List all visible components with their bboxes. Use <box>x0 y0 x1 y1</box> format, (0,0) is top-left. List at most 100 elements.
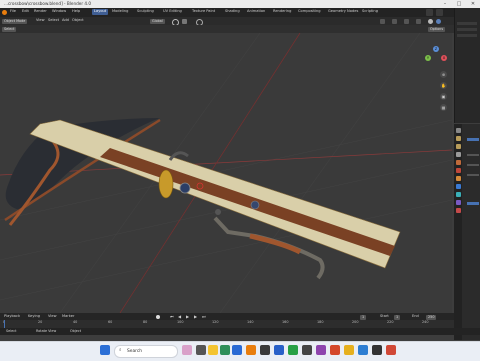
app-icon[interactable] <box>386 345 396 355</box>
start-frame-field[interactable]: 1 <box>394 314 401 320</box>
taskbar-search-box[interactable]: ⌕ Search <box>114 345 178 358</box>
tab-geometry-nodes[interactable]: Geometry Nodes <box>328 9 358 14</box>
tab-layout[interactable]: Layout <box>92 9 109 15</box>
app-icon[interactable] <box>288 345 298 355</box>
particles-tab-icon[interactable] <box>455 192 461 197</box>
start-icon[interactable] <box>100 345 110 355</box>
3d-viewport[interactable]: Z X Y ⊕ ✋ ▣ ▦ <box>0 33 452 313</box>
render-tab-icon[interactable] <box>455 136 461 141</box>
outliner-row[interactable] <box>457 28 477 31</box>
timeline-keying[interactable]: Keying <box>28 314 40 319</box>
menu-edit[interactable]: Edit <box>22 9 29 14</box>
frame-tick: 160 <box>282 320 289 324</box>
tab-modeling[interactable]: Modeling <box>112 9 128 14</box>
xray-icon[interactable] <box>416 19 421 24</box>
mode-dropdown[interactable]: Object Mode <box>2 18 28 24</box>
tab-compositing[interactable]: Compositing <box>298 9 321 14</box>
next-key-icon[interactable]: ▶ <box>194 315 197 319</box>
minimize-button[interactable]: – <box>438 0 452 8</box>
gizmo-x[interactable]: X <box>441 55 447 61</box>
app-icon[interactable] <box>316 345 326 355</box>
shading-material-icon[interactable] <box>436 19 441 24</box>
physics-tab-icon[interactable] <box>455 200 461 205</box>
scene-tab-icon[interactable] <box>455 160 461 165</box>
tab-rendering[interactable]: Rendering <box>273 9 291 14</box>
tab-shading[interactable]: Shading <box>225 9 240 14</box>
view-layer-tab-icon[interactable] <box>455 152 461 157</box>
properties-selected-row[interactable] <box>467 138 479 141</box>
app-icon[interactable] <box>358 345 368 355</box>
tool-tab-icon[interactable] <box>455 128 461 133</box>
jump-end-icon[interactable]: ⏭ <box>202 315 206 319</box>
menu-help[interactable]: Help <box>72 9 80 14</box>
prev-key-icon[interactable]: ◀ <box>178 315 181 319</box>
gizmo-toggle-icon[interactable] <box>392 19 397 24</box>
property-field[interactable] <box>467 164 479 166</box>
shading-solid-icon[interactable] <box>428 19 433 24</box>
tab-sculpting[interactable]: Sculpting <box>137 9 154 14</box>
tab-uv-editing[interactable]: UV Editing <box>163 9 182 14</box>
outliner-panel[interactable] <box>454 8 480 123</box>
world-tab-icon[interactable] <box>455 168 461 173</box>
menu-window[interactable]: Window <box>52 9 66 14</box>
edge-icon[interactable] <box>220 345 230 355</box>
view-layer-icon[interactable] <box>436 9 443 16</box>
blender-taskbar-icon[interactable] <box>246 345 256 355</box>
widgets-icon[interactable] <box>182 345 192 355</box>
options-dropdown[interactable]: Options <box>428 26 446 32</box>
timeline-ruler[interactable] <box>0 320 454 328</box>
file-explorer-icon[interactable] <box>208 345 218 355</box>
play-icon[interactable]: ▶ <box>186 315 189 319</box>
playhead[interactable] <box>4 320 5 328</box>
app-icon[interactable] <box>302 345 312 355</box>
menu-file[interactable]: File <box>10 9 16 14</box>
pan-hand-icon[interactable]: ✋ <box>440 82 447 89</box>
modifier-tab-icon[interactable] <box>455 184 461 189</box>
store-icon[interactable] <box>232 345 242 355</box>
visibility-icon[interactable] <box>380 19 385 24</box>
menu-view[interactable]: View <box>36 18 45 23</box>
outliner-row[interactable] <box>457 22 477 25</box>
ortho-grid-icon[interactable]: ▦ <box>440 104 447 111</box>
gizmo-y[interactable]: Y <box>425 55 431 61</box>
camera-icon[interactable]: ▣ <box>440 93 447 100</box>
timeline-playback[interactable]: Playback <box>4 314 20 319</box>
tab-texture-paint[interactable]: Texture Paint <box>192 9 215 14</box>
app-icon[interactable] <box>344 345 354 355</box>
app-icon[interactable] <box>274 345 284 355</box>
zoom-icon[interactable]: ⊕ <box>440 71 447 78</box>
tab-animation[interactable]: Animation <box>247 9 265 14</box>
object-tab-icon[interactable] <box>455 176 461 181</box>
properties-selected-row-2[interactable] <box>467 202 479 205</box>
tab-scripting[interactable]: Scripting <box>362 9 378 14</box>
end-frame-field[interactable]: 250 <box>426 314 437 320</box>
close-button[interactable]: ✕ <box>466 0 480 8</box>
jump-start-icon[interactable]: ⏮ <box>170 315 174 319</box>
task-view-icon[interactable] <box>196 345 206 355</box>
snap-icon[interactable] <box>182 19 187 24</box>
property-field[interactable] <box>467 154 479 156</box>
menu-select[interactable]: Select <box>48 18 59 23</box>
record-icon[interactable] <box>156 315 160 319</box>
material-tab-icon[interactable] <box>455 208 461 213</box>
output-tab-icon[interactable] <box>455 144 461 149</box>
timeline-marker[interactable]: Marker <box>62 314 74 319</box>
outliner-row[interactable] <box>457 34 477 37</box>
app-icon[interactable] <box>330 345 340 355</box>
maximize-button[interactable]: □ <box>452 0 466 8</box>
app-icon[interactable] <box>372 345 382 355</box>
viewport-canvas[interactable] <box>0 33 452 313</box>
scene-icon[interactable] <box>426 9 433 16</box>
menu-render[interactable]: Render <box>34 9 47 14</box>
property-field[interactable] <box>467 174 479 176</box>
menu-object[interactable]: Object <box>72 18 84 23</box>
app-icon[interactable] <box>260 345 270 355</box>
menu-add[interactable]: Add <box>62 18 69 23</box>
transform-orientation-dropdown[interactable]: Global <box>150 18 165 24</box>
gizmo-z[interactable]: Z <box>433 46 439 52</box>
select-box-tool[interactable]: Select <box>2 26 17 32</box>
timeline-view[interactable]: View <box>48 314 57 319</box>
blender-logo-icon[interactable] <box>2 10 7 15</box>
overlay-toggle-icon[interactable] <box>404 19 409 24</box>
current-frame-field[interactable]: 1 <box>360 314 367 320</box>
